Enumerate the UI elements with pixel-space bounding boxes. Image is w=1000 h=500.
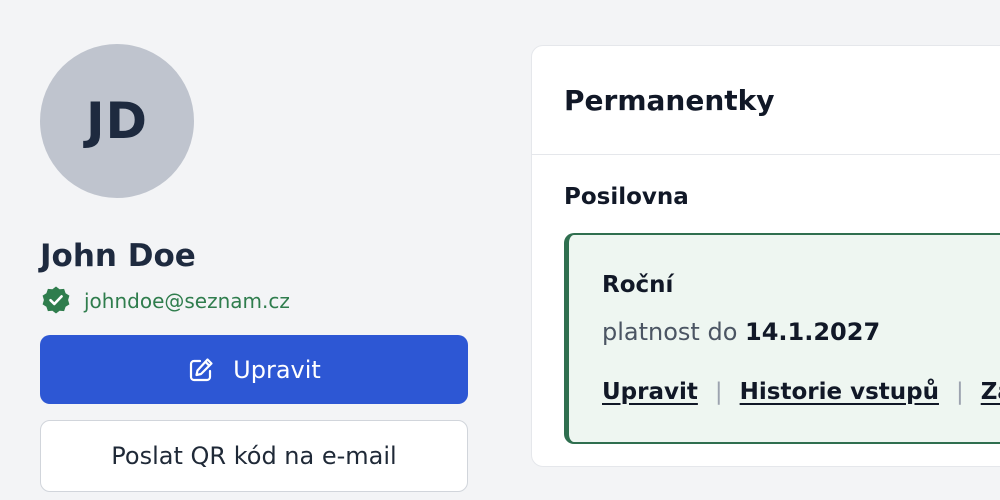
pass-history-link[interactable]: Historie vstupů <box>740 379 939 405</box>
memberships-title: Permanentky <box>564 83 775 117</box>
avatar: JD <box>40 44 194 198</box>
pass-validity-prefix: platnost do <box>602 318 738 346</box>
send-qr-button[interactable]: Poslat QR kód na e-mail <box>40 420 468 492</box>
edit-profile-button[interactable]: Upravit <box>40 335 468 404</box>
link-separator: | <box>955 379 964 405</box>
verified-badge-icon <box>40 285 72 317</box>
user-name: John Doe <box>40 238 196 274</box>
link-separator: | <box>714 379 723 405</box>
pass-validity: platnost do 14.1.2027 <box>602 318 880 346</box>
avatar-initials: JD <box>85 92 149 150</box>
pass-actions: Upravit | Historie vstupů | Zaz <box>602 379 1000 405</box>
edit-profile-label: Upravit <box>233 355 321 384</box>
memberships-card-header: Permanentky <box>532 46 1000 155</box>
user-email: johndoe@seznam.cz <box>84 289 290 313</box>
account-page: JD John Doe johndoe@seznam.cz Upravit Po… <box>0 0 1000 500</box>
email-row: johndoe@seznam.cz <box>40 285 468 317</box>
pass-third-link[interactable]: Zaz <box>981 379 1000 405</box>
pass-edit-link[interactable]: Upravit <box>602 379 698 405</box>
pass-valid-until: 14.1.2027 <box>745 318 881 346</box>
membership-pass: Roční platnost do 14.1.2027 Upravit | Hi… <box>564 233 1000 444</box>
send-qr-label: Poslat QR kód na e-mail <box>111 442 397 470</box>
profile-panel: JD John Doe johndoe@seznam.cz Upravit Po… <box>40 44 468 492</box>
pencil-icon <box>187 356 215 384</box>
memberships-card: Permanentky Posilovna Roční platnost do … <box>531 45 1000 467</box>
section-title-gym: Posilovna <box>564 184 689 210</box>
pass-name: Roční <box>602 272 674 298</box>
